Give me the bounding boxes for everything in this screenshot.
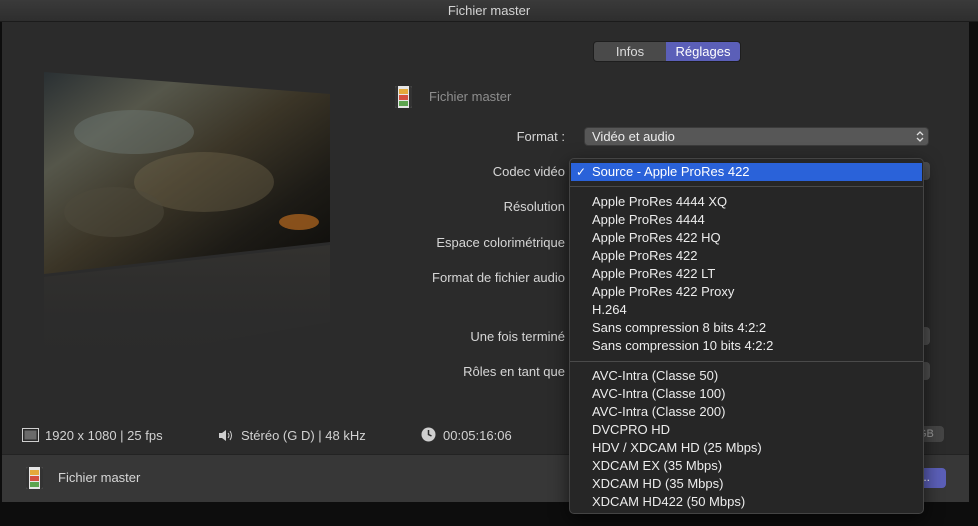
file-name: Fichier master (429, 89, 512, 104)
menu-item[interactable]: Apple ProRes 422 (592, 247, 698, 265)
menu-item[interactable]: Apple ProRes 4444 XQ (592, 193, 727, 211)
menu-item[interactable]: Sans compression 8 bits 4:2:2 (592, 319, 766, 337)
frame-size-icon (22, 428, 39, 442)
clock-icon (421, 427, 436, 442)
audio-info: Stéréo (G D) | 48 kHz (241, 428, 366, 443)
format-popup[interactable]: Vidéo et audio (584, 127, 929, 146)
after-label: Une fois terminé (470, 329, 565, 344)
menu-item[interactable]: XDCAM EX (35 Mbps) (592, 457, 722, 475)
menu-item[interactable]: AVC-Intra (Classe 100) (592, 385, 725, 403)
tab-infos[interactable]: Infos (594, 42, 666, 61)
menu-item[interactable]: Sans compression 10 bits 4:2:2 (592, 337, 773, 355)
menu-item[interactable]: H.264 (592, 301, 627, 319)
menu-item[interactable]: AVC-Intra (Classe 200) (592, 403, 725, 421)
video-preview-thumbnail (44, 72, 330, 372)
menu-item[interactable]: AVC-Intra (Classe 50) (592, 367, 718, 385)
menu-item[interactable]: Apple ProRes 422 Proxy (592, 283, 734, 301)
menu-item-label: Source - Apple ProRes 422 (592, 164, 750, 179)
audio-format-label: Format de fichier audio (432, 270, 565, 285)
menu-separator (570, 361, 923, 362)
format-label: Format : (516, 129, 565, 144)
format-value: Vidéo et audio (592, 129, 675, 144)
window-title: Fichier master (0, 0, 978, 22)
colorspace-label: Espace colorimétrique (436, 235, 565, 250)
film-file-icon (395, 86, 412, 108)
menu-item[interactable]: HDV / XDCAM HD (25 Mbps) (592, 439, 762, 457)
updown-arrows-icon (916, 131, 924, 142)
menu-item[interactable]: XDCAM HD422 (50 Mbps) (592, 493, 745, 511)
menu-item[interactable]: DVCPRO HD (592, 421, 670, 439)
menu-item[interactable]: Apple ProRes 422 HQ (592, 229, 721, 247)
film-file-icon (26, 467, 43, 489)
checkmark-icon: ✓ (576, 165, 587, 179)
codec-dropdown-menu: ✓ Source - Apple ProRes 422 Apple ProRes… (569, 158, 924, 514)
tab-reglages[interactable]: Réglages (666, 42, 740, 61)
menu-separator (570, 186, 923, 187)
tab-control: Infos Réglages (593, 41, 741, 62)
menu-item[interactable]: Apple ProRes 4444 (592, 211, 705, 229)
menu-item[interactable]: Apple ProRes 422 LT (592, 265, 715, 283)
speaker-icon (219, 430, 232, 441)
resolution-label: Résolution (503, 199, 565, 214)
codec-label: Codec vidéo (492, 164, 565, 179)
duration-info: 00:05:16:06 (443, 428, 512, 443)
roles-label: Rôles en tant que (463, 364, 565, 379)
menu-item-selected[interactable]: ✓ Source - Apple ProRes 422 (571, 163, 922, 181)
resolution-info: 1920 x 1080 | 25 fps (45, 428, 163, 443)
menu-item[interactable]: XDCAM HD (35 Mbps) (592, 475, 723, 493)
footer-destination-label: Fichier master (58, 470, 141, 485)
